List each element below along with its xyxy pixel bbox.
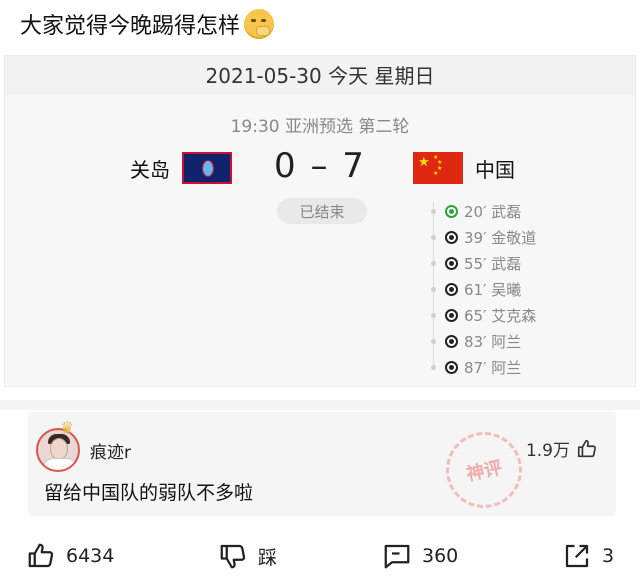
action-bar: 6434 踩 360 3 [0,536,640,576]
match-status-badge: 已结束 [277,198,367,224]
goal-text: 55′ 武磊 [464,254,522,273]
post-title: 大家觉得今晚踢得怎样 [20,8,275,40]
match-score: 0 – 7 [274,146,366,186]
thumbs-up-icon [28,543,54,568]
crown-icon: ♛ [60,418,75,437]
thinking-emoji-icon [244,9,275,39]
goal-item: 87′ 阿兰 [431,354,536,380]
goal-item: 39′ 金敬道 [431,224,537,250]
like-count: 6434 [66,545,115,567]
goal-text: 87′ 阿兰 [464,358,522,377]
goal-item: 83′ 阿兰 [431,328,536,354]
share-count: 3 [602,545,615,567]
share-icon [565,544,589,568]
comment-count: 360 [422,545,459,567]
goal-list: 20′ 武磊 39′ 金敬道 55′ 武磊 61′ 吴曦 65′ 艾克森 83′… [431,198,537,380]
goal-item: 55′ 武磊 [431,250,536,276]
soccer-ball-icon [445,308,458,322]
goal-text: 20′ 武磊 [464,202,522,221]
comment-text: 留给中国队的弱队不多啦 [44,482,254,504]
comment-bubble-icon [384,544,410,569]
thumbs-up-icon [577,439,596,457]
section-divider [0,400,640,410]
like-button[interactable]: 6434 [26,541,114,571]
dislike-button[interactable]: 踩 [218,541,277,571]
soccer-ball-icon [445,334,458,348]
match-subtitle: 19:30 亚洲预选 第二轮 [230,117,410,137]
comment-username[interactable]: 痕迹r [90,438,131,463]
goal-text: 83′ 阿兰 [464,332,522,351]
goal-item: 61′ 吴曦 [431,276,536,302]
post-title-text: 大家觉得今晚踢得怎样 [20,14,241,39]
soccer-ball-icon [445,230,458,244]
goal-text: 65′ 艾克森 [464,306,537,325]
dislike-label: 踩 [258,546,278,569]
goal-item: 65′ 艾克森 [431,302,537,328]
goal-text: 61′ 吴曦 [464,280,522,299]
soccer-ball-icon [445,282,458,296]
soccer-ball-icon [445,256,458,270]
soccer-ball-icon [445,204,458,218]
share-button[interactable]: 3 [562,541,614,571]
comment-button[interactable]: 360 [382,541,458,571]
china-flag-icon: ★ ★ ★ ★ ★ [413,152,463,184]
soccer-ball-icon [445,360,458,374]
goal-text: 39′ 金敬道 [464,228,537,247]
thumbs-down-icon [220,544,246,569]
away-team-name: 中国 [475,157,515,182]
match-card[interactable]: 2021-05-30 今天 星期日 19:30 亚洲预选 第二轮 关岛 0 – … [4,55,636,387]
comment-like-count: 1.9万 [525,441,570,461]
match-date-header: 2021-05-30 今天 星期日 [5,56,635,94]
top-comment[interactable]: ♛ 痕迹r 神评 1.9万 留给中国队的弱队不多啦 [28,412,616,516]
featured-comment-stamp: 神评 [438,424,530,516]
goal-item: 20′ 武磊 [431,198,536,224]
comment-like-button[interactable]: 1.9万 [526,436,598,461]
away-team: ★ ★ ★ ★ ★ 中国 [413,152,515,184]
